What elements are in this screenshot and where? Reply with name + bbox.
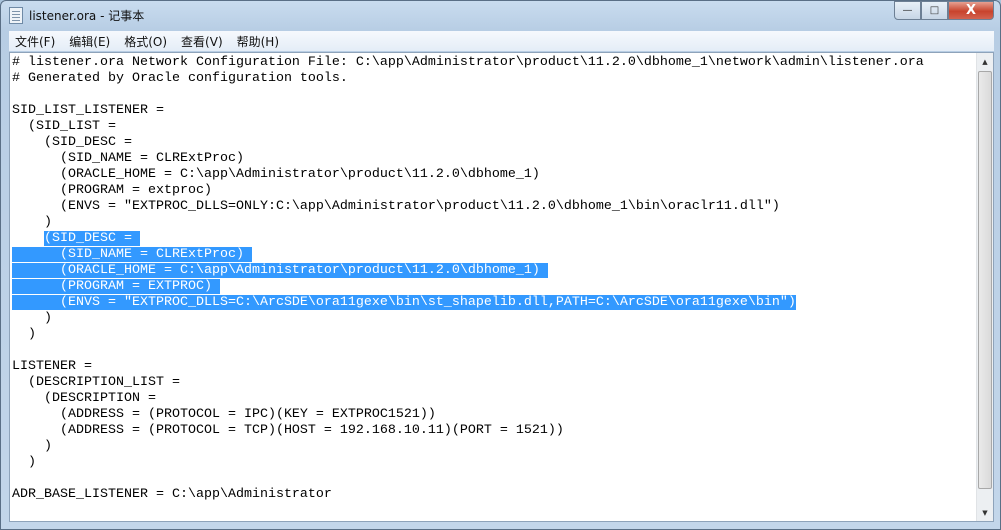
notepad-icon xyxy=(9,7,23,24)
close-button[interactable]: X xyxy=(948,1,994,20)
maximize-button[interactable]: □ xyxy=(921,1,948,20)
menu-bar: 文件(F) 编辑(E) 格式(O) 查看(V) 帮助(H) xyxy=(9,31,994,51)
text-line: (ENVS = "EXTPROC_DLLS=ONLY:C:\app\Admini… xyxy=(12,199,924,215)
line-text: (SID_LIST = xyxy=(12,119,116,134)
text-line: # Generated by Oracle configuration tool… xyxy=(12,71,924,87)
selected-text: (PROGRAM = EXTPROC) xyxy=(12,279,220,294)
menu-view[interactable]: 查看(V) xyxy=(175,33,229,50)
text-line: # listener.ora Network Configuration Fil… xyxy=(12,55,924,71)
text-line: SID_LIST_LISTENER = xyxy=(12,103,924,119)
menu-file[interactable]: 文件(F) xyxy=(9,33,61,50)
text-line: (ENVS = "EXTPROC_DLLS=C:\ArcSDE\ora11gex… xyxy=(12,295,924,311)
text-line: ) xyxy=(12,455,924,471)
line-text: (ADDRESS = (PROTOCOL = TCP)(HOST = 192.1… xyxy=(12,423,564,438)
scroll-thumb[interactable] xyxy=(978,71,992,489)
line-text: # Generated by Oracle configuration tool… xyxy=(12,71,348,86)
text-line: (ORACLE_HOME = C:\app\Administrator\prod… xyxy=(12,263,924,279)
menu-help[interactable]: 帮助(H) xyxy=(231,33,285,50)
text-line: (DESCRIPTION = xyxy=(12,391,924,407)
line-text: (PROGRAM = extproc) xyxy=(12,183,212,198)
line-text: ) xyxy=(12,311,52,326)
selected-text: (SID_DESC = xyxy=(44,231,140,246)
scroll-up-arrow-icon[interactable]: ▲ xyxy=(977,53,993,70)
menu-edit[interactable]: 编辑(E) xyxy=(63,33,116,50)
text-line: (SID_NAME = CLRExtProc) xyxy=(12,151,924,167)
scroll-down-arrow-icon[interactable]: ▼ xyxy=(977,504,993,521)
selected-text: (ENVS = "EXTPROC_DLLS=C:\ArcSDE\ora11gex… xyxy=(12,295,796,310)
selected-text: (ORACLE_HOME = C:\app\Administrator\prod… xyxy=(12,263,548,278)
line-text: (SID_NAME = CLRExtProc) xyxy=(12,151,244,166)
line-text: ) xyxy=(12,455,36,470)
line-text: (DESCRIPTION_LIST = xyxy=(12,375,180,390)
line-text: (DESCRIPTION = xyxy=(12,391,156,406)
text-line: (ADDRESS = (PROTOCOL = IPC)(KEY = EXTPRO… xyxy=(12,407,924,423)
line-text: SID_LIST_LISTENER = xyxy=(12,103,164,118)
line-text: # listener.ora Network Configuration Fil… xyxy=(12,55,924,70)
line-text: ) xyxy=(12,215,52,230)
line-text: (ORACLE_HOME = C:\app\Administrator\prod… xyxy=(12,167,540,182)
line-text: (ENVS = "EXTPROC_DLLS=ONLY:C:\app\Admini… xyxy=(12,199,780,214)
line-text: ) xyxy=(12,327,36,342)
text-line: (PROGRAM = EXTPROC) xyxy=(12,279,924,295)
text-line xyxy=(12,471,924,487)
text-line: ) xyxy=(12,215,924,231)
text-line: (SID_NAME = CLRExtProc) xyxy=(12,247,924,263)
window-title: listener.ora - 记事本 xyxy=(29,9,145,23)
line-text: (ADDRESS = (PROTOCOL = IPC)(KEY = EXTPRO… xyxy=(12,407,436,422)
text-line: (ADDRESS = (PROTOCOL = TCP)(HOST = 192.1… xyxy=(12,423,924,439)
notepad-window: listener.ora - 记事本 — □ X 文件(F) 编辑(E) 格式(… xyxy=(0,0,1001,530)
selected-text: (SID_NAME = CLRExtProc) xyxy=(12,247,252,262)
text-line: (ORACLE_HOME = C:\app\Administrator\prod… xyxy=(12,167,924,183)
text-editor[interactable]: # listener.ora Network Configuration Fil… xyxy=(9,52,994,522)
text-line: ) xyxy=(12,311,924,327)
minimize-button[interactable]: — xyxy=(894,1,921,20)
text-line xyxy=(12,87,924,103)
text-line: ) xyxy=(12,327,924,343)
editor-text[interactable]: # listener.ora Network Configuration Fil… xyxy=(12,55,924,503)
vertical-scrollbar[interactable]: ▲ ▼ xyxy=(976,53,993,521)
line-text: (SID_DESC = xyxy=(12,135,132,150)
text-line: (SID_DESC = xyxy=(12,231,924,247)
text-line: (SID_LIST = xyxy=(12,119,924,135)
text-line: ) xyxy=(12,439,924,455)
text-line: (SID_DESC = xyxy=(12,135,924,151)
text-line: LISTENER = xyxy=(12,359,924,375)
text-line: (PROGRAM = extproc) xyxy=(12,183,924,199)
line-text: ) xyxy=(12,439,52,454)
text-line: ADR_BASE_LISTENER = C:\app\Administrator xyxy=(12,487,924,503)
line-text xyxy=(12,231,44,246)
menu-format[interactable]: 格式(O) xyxy=(118,33,173,50)
title-bar[interactable]: listener.ora - 记事本 — □ X xyxy=(1,1,1000,31)
text-line: (DESCRIPTION_LIST = xyxy=(12,375,924,391)
line-text: ADR_BASE_LISTENER = C:\app\Administrator xyxy=(12,487,332,502)
line-text: LISTENER = xyxy=(12,359,92,374)
text-line xyxy=(12,343,924,359)
